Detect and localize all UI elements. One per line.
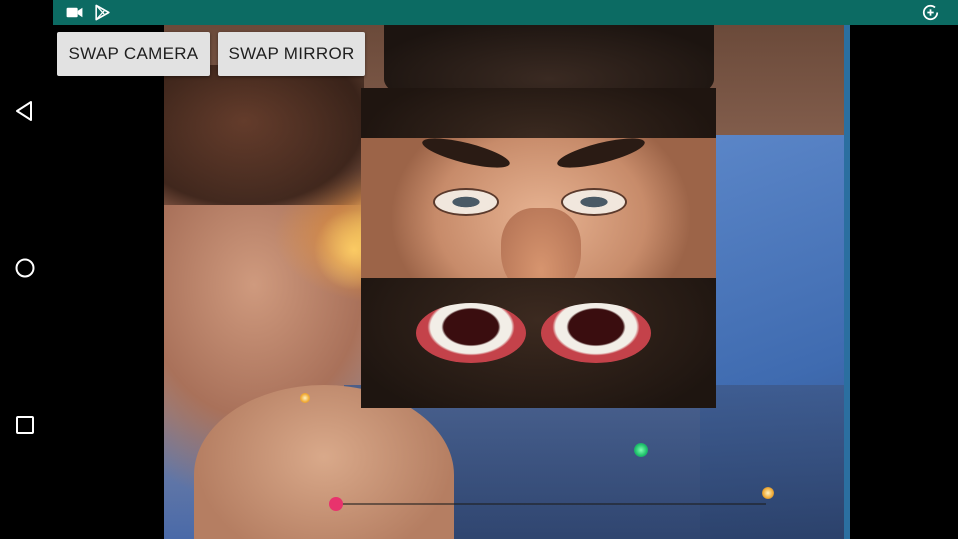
right-mouth	[541, 303, 651, 363]
seek-bar-track[interactable]	[336, 503, 766, 505]
swap-camera-button[interactable]: SWAP CAMERA	[57, 32, 210, 76]
right-brow	[554, 132, 648, 174]
status-bar	[53, 0, 958, 25]
light-spot	[634, 443, 648, 457]
left-mouth	[416, 303, 526, 363]
light-spot	[762, 487, 774, 499]
face-overlay	[361, 88, 716, 408]
play-store-icon	[95, 4, 110, 21]
back-icon[interactable]	[13, 99, 37, 123]
data-saver-icon	[922, 4, 939, 21]
preview-edge	[844, 25, 850, 539]
preview-hair	[164, 65, 364, 205]
left-eye	[433, 188, 499, 216]
seek-bar-thumb[interactable]	[329, 497, 343, 511]
beard	[361, 278, 716, 408]
swap-mirror-button[interactable]: SWAP MIRROR	[218, 32, 365, 76]
light-spot	[300, 393, 310, 403]
home-icon[interactable]	[13, 256, 37, 280]
face-hair	[361, 88, 716, 138]
recents-icon[interactable]	[13, 413, 37, 437]
right-eye	[561, 188, 627, 216]
screen: SWAP CAMERA SWAP MIRROR	[0, 0, 958, 539]
navigation-bar	[0, 0, 53, 539]
video-camera-icon	[66, 7, 83, 18]
left-brow	[419, 132, 513, 174]
